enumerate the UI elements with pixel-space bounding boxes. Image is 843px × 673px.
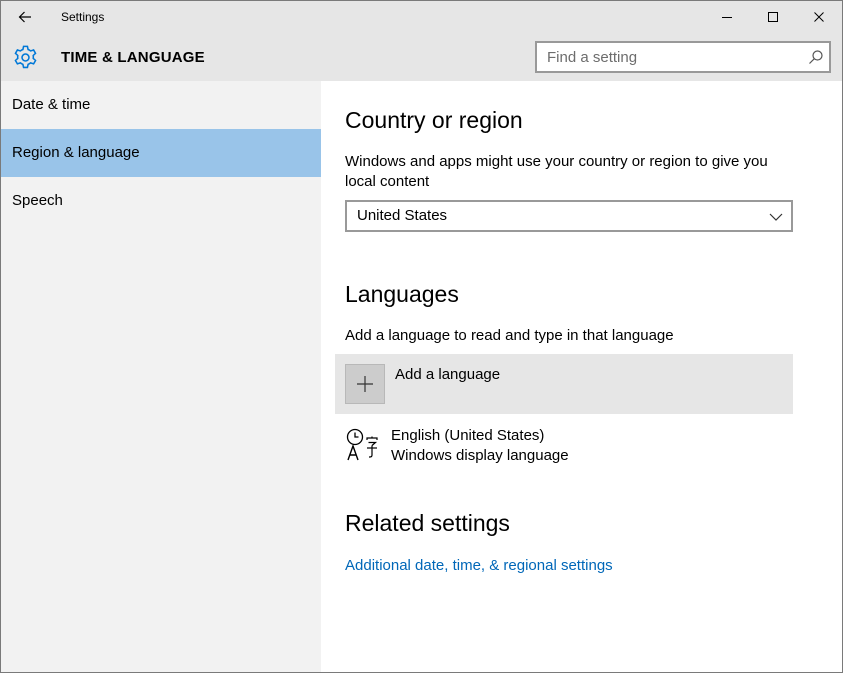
- add-language-label: Add a language: [395, 366, 501, 383]
- content-pane: Country or region Windows and apps might…: [321, 81, 842, 672]
- chevron-down-icon: [769, 213, 783, 221]
- country-dropdown-value: United States: [357, 207, 448, 224]
- sidebar-item-date-time[interactable]: Date & time: [1, 81, 321, 129]
- sidebar-item-speech[interactable]: Speech: [1, 177, 321, 225]
- languages-description: Add a language to read and type in that …: [345, 327, 674, 344]
- language-name: English (United States): [391, 427, 545, 444]
- plus-icon: [357, 376, 373, 392]
- minimize-button[interactable]: [704, 1, 750, 33]
- language-icon: [346, 428, 378, 461]
- window-title: Settings: [61, 10, 105, 24]
- language-item-english-us[interactable]: English (United States) Windows display …: [335, 425, 793, 475]
- maximize-icon: [768, 12, 778, 22]
- close-button[interactable]: [796, 1, 842, 33]
- close-icon: [814, 12, 824, 22]
- sidebar-item-label: Speech: [12, 192, 63, 209]
- add-language-button[interactable]: Add a language: [335, 354, 793, 414]
- country-description-line1: Windows and apps might use your country …: [345, 153, 768, 170]
- search-box[interactable]: [535, 41, 831, 73]
- minimize-icon: [722, 17, 732, 18]
- additional-regional-settings-link[interactable]: Additional date, time, & regional settin…: [345, 557, 613, 574]
- search-icon[interactable]: [807, 48, 825, 66]
- back-button[interactable]: [1, 1, 49, 33]
- country-heading: Country or region: [345, 107, 523, 133]
- sidebar-item-label: Date & time: [12, 96, 91, 113]
- search-input[interactable]: [537, 43, 787, 71]
- maximize-button[interactable]: [750, 1, 796, 33]
- back-arrow-icon: [18, 11, 31, 23]
- sidebar-item-label: Region & language: [12, 144, 140, 161]
- sidebar-item-region-language[interactable]: Region & language: [1, 129, 321, 177]
- gear-icon: [14, 45, 37, 69]
- settings-header: TIME & LANGUAGE: [1, 33, 842, 81]
- sidebar: Date & time Region & language Speech: [1, 81, 321, 672]
- title-bar: Settings: [1, 1, 842, 33]
- settings-window: Settings TIME & LANGUAGE Find a setting …: [0, 0, 843, 673]
- related-settings-heading: Related settings: [345, 510, 510, 536]
- languages-heading: Languages: [345, 281, 459, 307]
- country-dropdown[interactable]: United States: [345, 200, 793, 232]
- add-language-tile: [345, 364, 385, 404]
- country-description-line2: local content: [345, 173, 430, 190]
- section-title: TIME & LANGUAGE: [61, 49, 205, 66]
- language-subtitle: Windows display language: [391, 447, 569, 464]
